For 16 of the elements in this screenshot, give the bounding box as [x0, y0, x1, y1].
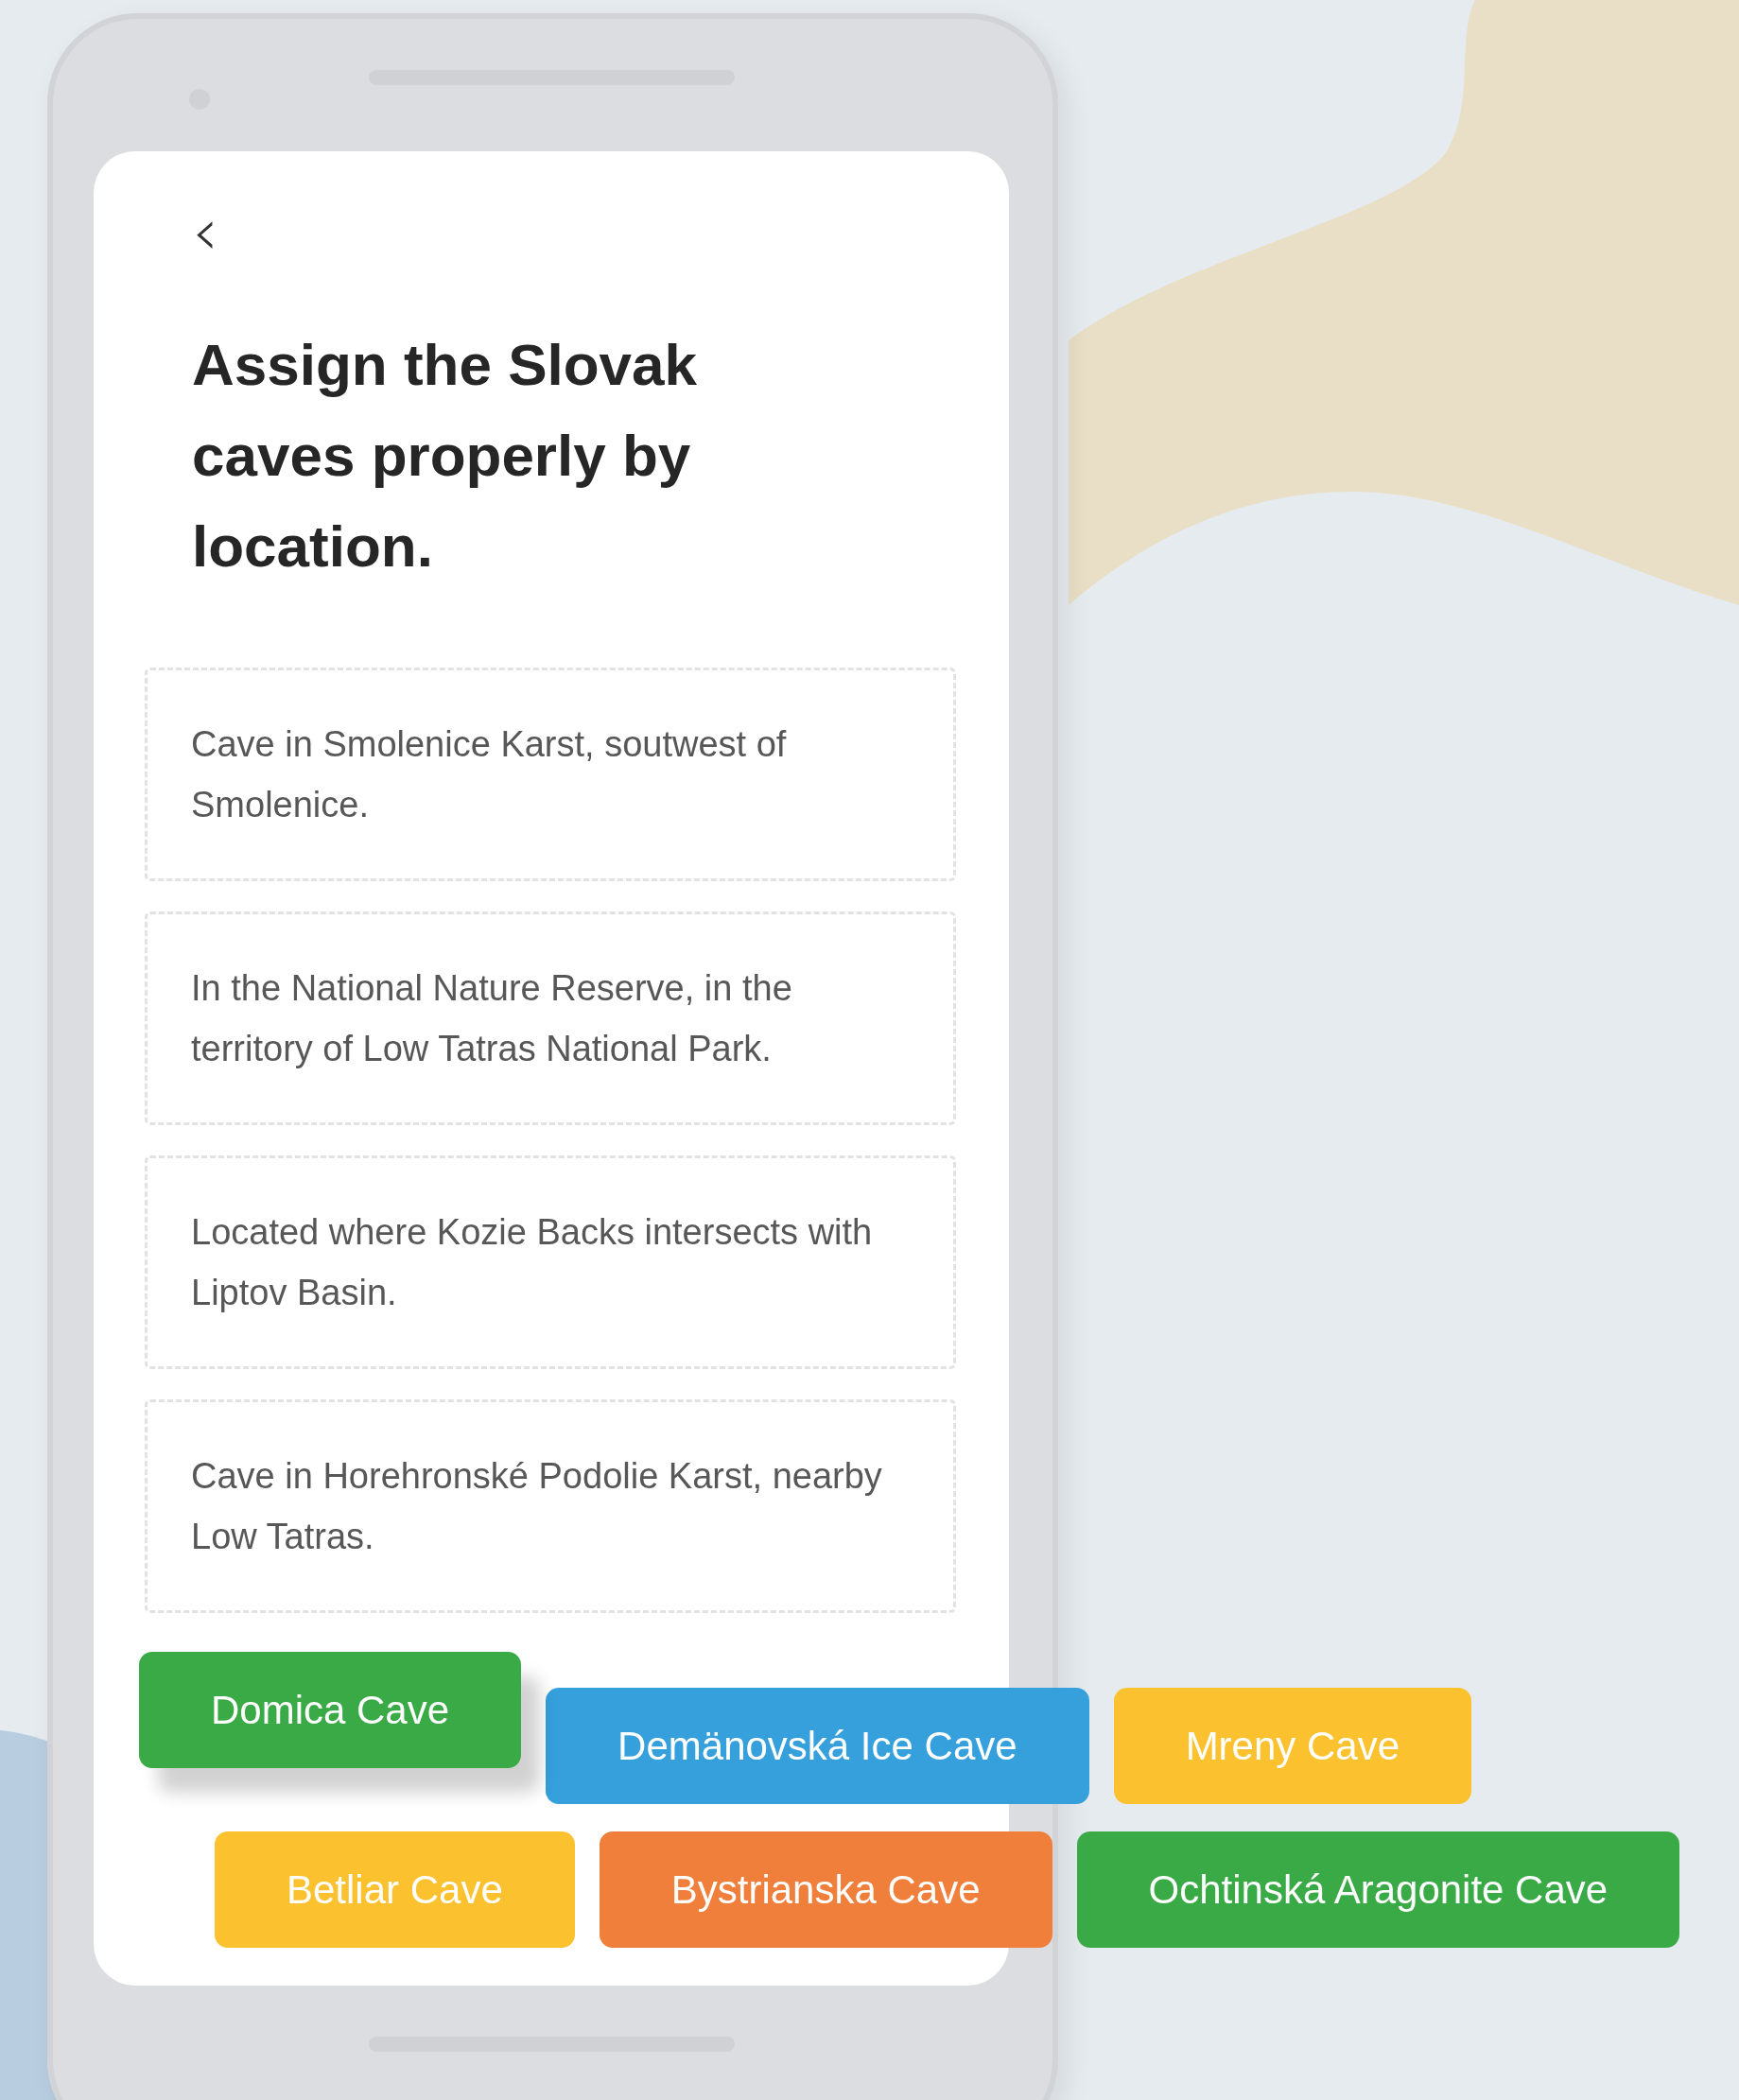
clue-text: Cave in Smolenice Karst, soutwest of Smolenice.: [191, 722, 788, 827]
drop-zone[interactable]: Cave in Horehronské Podolie Karst, nearby Low Tatras.: [145, 1399, 956, 1614]
drop-zone[interactable]: In the National Nature Reserve, in the territory of Low Tatras National Park.: [145, 911, 956, 1126]
clue-text: In the National Nature Reserve, in the territory of Low Tatras National Park.: [191, 966, 793, 1071]
clue-text: Located where Kozie Backs intersects with Liptov Basin.: [191, 1210, 874, 1315]
answer-chip[interactable]: Mreny Cave: [1113, 1688, 1472, 1804]
answer-chip[interactable]: Demänovská Ice Cave: [546, 1688, 1089, 1804]
answer-chip[interactable]: Bystrianska Cave: [599, 1831, 1052, 1948]
drop-zone[interactable]: Cave in Smolenice Karst, soutwest of Smolenice.: [145, 668, 956, 882]
clue-text: Cave in Horehronské Podolie Karst, nearby Low Tatras.: [191, 1454, 883, 1559]
answer-chip[interactable]: Domica Cave: [139, 1652, 522, 1768]
answer-chip[interactable]: Ochtinská Aragonite Cave: [1076, 1831, 1680, 1948]
question-title: Assign the Slovak caves properly by location.: [192, 331, 699, 581]
drop-zone[interactable]: Located where Kozie Backs intersects with Liptov Basin.: [145, 1155, 956, 1370]
back-button[interactable]: ‹: [183, 199, 228, 265]
answer-chip[interactable]: Betliar Cave: [215, 1831, 575, 1948]
